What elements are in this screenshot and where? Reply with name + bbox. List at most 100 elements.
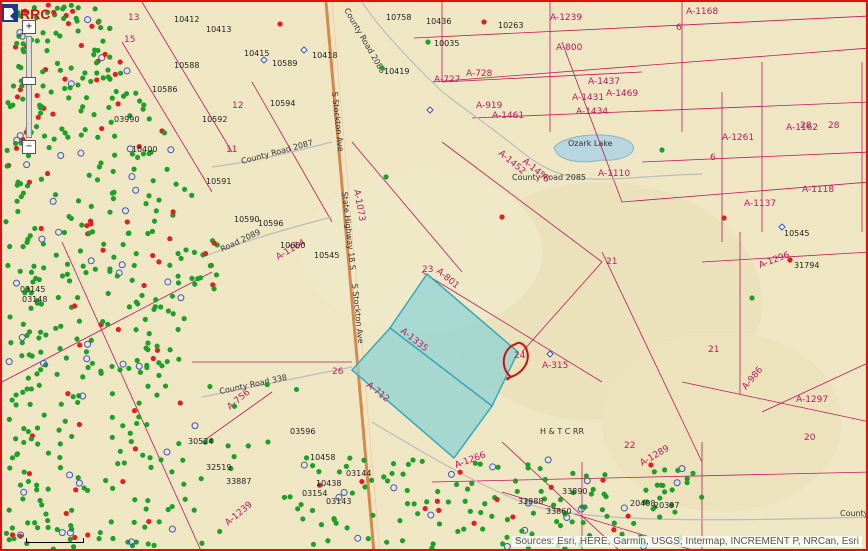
well-marker-oil[interactable] [318,522,325,528]
well-marker-oil[interactable] [60,6,66,12]
well-marker-oil[interactable] [88,78,94,85]
well-marker-permit[interactable] [55,228,63,236]
well-marker-oil[interactable] [410,457,416,463]
well-marker-oil[interactable] [12,140,19,147]
well-marker-oil[interactable] [78,132,84,138]
well-marker-oil[interactable] [156,372,162,379]
well-marker-gas[interactable] [89,23,95,29]
well-marker-oil[interactable] [145,497,151,504]
well-marker-oil[interactable] [310,541,317,547]
well-marker-oil[interactable] [59,273,66,279]
well-marker-oil[interactable] [404,487,410,494]
well-marker-gas[interactable] [88,221,94,227]
well-marker-oil[interactable] [109,391,116,397]
well-marker-oil[interactable] [180,457,186,463]
well-marker-oil[interactable] [660,482,666,489]
well-marker-oil[interactable] [144,362,150,369]
well-marker-oil[interactable] [435,488,441,495]
well-marker-oil[interactable] [588,491,595,497]
well-marker-oil[interactable] [64,271,71,277]
well-marker-oil[interactable] [54,371,60,377]
well-marker-oil[interactable] [7,314,13,320]
well-marker-oil[interactable] [164,166,170,172]
well-marker-gas[interactable] [457,469,463,475]
well-marker-oil[interactable] [89,360,96,366]
well-marker-oil[interactable] [6,507,12,513]
well-marker-permit[interactable] [164,278,172,286]
well-marker-oil[interactable] [482,501,488,507]
well-marker-oil[interactable] [183,247,189,253]
well-marker-oil[interactable] [405,461,412,467]
well-marker-oil[interactable] [36,335,42,341]
well-marker-oil[interactable] [43,511,49,517]
well-marker-oil[interactable] [51,136,57,142]
well-marker-oil[interactable] [91,52,97,58]
well-marker-permit[interactable] [132,186,140,194]
well-marker-gas[interactable] [100,247,106,253]
well-marker-oil[interactable] [603,493,609,500]
well-marker-oil[interactable] [165,506,171,513]
well-marker-gas[interactable] [277,21,283,27]
well-marker-oil[interactable] [162,383,169,389]
well-marker-oil[interactable] [110,535,116,542]
well-marker-oil[interactable] [117,367,123,373]
well-marker-oil[interactable] [126,230,132,236]
well-marker-oil[interactable] [590,486,596,493]
well-marker-oil[interactable] [538,488,544,494]
well-marker-oil[interactable] [675,467,681,473]
well-marker-oil[interactable] [57,346,63,352]
well-marker-gas[interactable] [359,478,365,485]
well-marker-oil[interactable] [604,513,610,519]
well-marker-oil[interactable] [6,537,12,543]
well-marker-oil[interactable] [140,452,146,458]
well-marker-oil[interactable] [189,192,195,198]
well-marker-oil[interactable] [110,485,116,491]
well-marker-oil[interactable] [45,486,51,492]
well-marker-oil[interactable] [231,454,237,460]
well-marker-oil[interactable] [570,470,576,476]
well-marker-oil[interactable] [105,321,111,327]
well-marker-oil[interactable] [95,134,101,140]
well-marker-gas[interactable] [35,114,41,120]
well-marker-oil[interactable] [28,269,35,275]
well-marker-oil[interactable] [50,546,56,551]
well-marker-oil[interactable] [106,104,112,111]
well-marker-oil[interactable] [58,401,64,407]
well-marker-oil[interactable] [25,428,31,435]
well-marker-permit[interactable] [18,334,26,342]
well-marker-gas[interactable] [510,514,516,520]
map-canvas[interactable]: Ozark Lake County Road 2085 County Road … [0,0,868,551]
well-marker-oil[interactable] [167,347,173,353]
well-marker-permit[interactable] [544,456,552,464]
well-marker-gas[interactable] [721,215,727,221]
well-marker-oil[interactable] [245,443,251,449]
well-marker-gas[interactable] [115,326,122,333]
well-marker-gas[interactable] [102,51,108,57]
well-marker-oil[interactable] [316,469,322,475]
well-marker-oil[interactable] [75,198,82,204]
well-marker-oil[interactable] [148,464,154,470]
well-marker-oil[interactable] [424,499,430,505]
well-marker-oil[interactable] [281,494,288,500]
well-marker-oil[interactable] [17,268,23,274]
well-marker-permit[interactable] [75,479,83,487]
well-marker-gas[interactable] [13,145,20,151]
well-marker-oil[interactable] [519,528,525,534]
well-marker-oil[interactable] [92,266,98,272]
well-marker-oil[interactable] [198,476,204,482]
well-marker-oil[interactable] [121,460,127,466]
well-marker-oil[interactable] [142,316,148,322]
well-marker-oil[interactable] [96,18,102,24]
well-marker-oil[interactable] [52,192,59,198]
well-marker-oil[interactable] [75,5,81,11]
well-marker-oil[interactable] [293,386,300,393]
well-marker-permit[interactable] [13,279,21,287]
well-marker-permit[interactable] [66,471,74,479]
well-marker-oil[interactable] [29,353,35,359]
well-marker-oil[interactable] [542,476,548,483]
well-marker-oil[interactable] [347,455,353,461]
well-marker-gas[interactable] [481,19,487,25]
well-marker-oil[interactable] [690,470,696,476]
well-marker-oil[interactable] [557,522,564,529]
well-marker-oil[interactable] [78,108,84,114]
